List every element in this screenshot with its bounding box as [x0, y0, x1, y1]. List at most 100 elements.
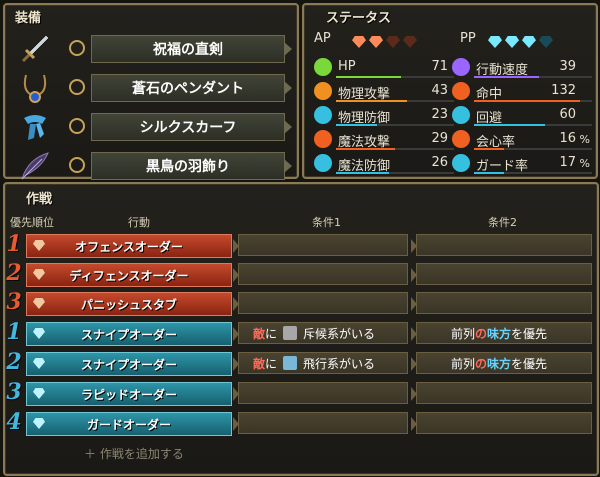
priority-number: 4 — [6, 409, 22, 435]
action-button[interactable]: パニッシュスタブ — [26, 292, 232, 316]
speed-icon — [452, 58, 470, 76]
equipment-name: シルクスカーフ — [91, 113, 292, 141]
tactic-row[interactable]: 2 スナイプオーダー 敵に 飛行系がいる 前列の味方 を優先 — [2, 349, 594, 376]
condition1-slot[interactable] — [233, 412, 408, 434]
accessory-slot-icon — [69, 79, 85, 95]
ap-gems — [352, 33, 420, 52]
priority-number: 2 — [6, 260, 22, 286]
ap-gem-icon — [369, 36, 383, 48]
equipment-name: 黒鳥の羽飾り — [91, 152, 292, 180]
stat-bar-fill — [474, 100, 581, 102]
action-button[interactable]: オフェンスオーダー — [26, 234, 232, 258]
action-button[interactable]: ディフェンスオーダー — [26, 263, 232, 287]
stat-speed: 行動速度 39 — [452, 57, 592, 78]
condition2-slot[interactable] — [411, 412, 592, 434]
stat-phys-atk: 物理攻撃 43 — [314, 81, 454, 102]
pp-label: PP — [460, 31, 476, 46]
wand-icon — [314, 130, 332, 148]
action-button[interactable]: ガードオーダー — [26, 412, 232, 436]
tactics-title: 作戦 — [26, 192, 53, 207]
priority-number: 3 — [6, 379, 22, 405]
add-tactic-button[interactable]: ＋ 作戦を追加する — [84, 445, 184, 462]
ap-gem-empty-icon — [386, 36, 400, 48]
pp-gem-icon — [33, 328, 45, 339]
condition1-slot[interactable] — [233, 382, 408, 404]
condition2-slot[interactable] — [411, 263, 592, 285]
ap-gem-icon — [33, 298, 45, 309]
sword-icon — [17, 31, 53, 67]
priority-number: 1 — [6, 319, 22, 345]
stat-hp: HP 71 — [314, 57, 454, 78]
equipment-title: 装備 — [15, 11, 42, 26]
priority-number: 2 — [6, 349, 22, 375]
ap-gem-icon — [33, 269, 45, 280]
equipment-panel: 装備 祝福の直剣 蒼石のペンダント シルクスカーフ 黒鳥の羽飾り — [3, 3, 299, 180]
status-title: ステータス — [326, 11, 392, 26]
ap-gem-icon — [33, 240, 45, 251]
pp-gem-icon — [505, 36, 519, 48]
priority-number: 3 — [6, 289, 22, 315]
action-button[interactable]: ラピッドオーダー — [26, 382, 232, 406]
condition1-slot[interactable] — [233, 263, 408, 285]
accessory-slot-icon — [69, 157, 85, 173]
condition2-slot[interactable] — [411, 234, 592, 256]
ap-gem-icon — [352, 36, 366, 48]
tactic-row[interactable]: 1 オフェンスオーダー — [2, 231, 594, 258]
header-action: 行動 — [128, 216, 150, 229]
scout-type-icon — [283, 326, 298, 340]
equipment-slot-4[interactable]: 黒鳥の羽飾り — [13, 148, 293, 184]
tactic-row[interactable]: 4 ガードオーダー — [2, 409, 594, 436]
flying-type-icon — [283, 356, 298, 370]
status-panel: ステータス AP PP HP 71 物理攻撃 43 物理防御 23 魔法攻撃 2… — [302, 3, 598, 179]
equipment-slot-2[interactable]: 蒼石のペンダント — [13, 70, 293, 106]
weapon-slot-icon — [69, 40, 85, 56]
tactic-row[interactable]: 3 パニッシュスタブ — [2, 289, 594, 316]
ap-label: AP — [314, 31, 331, 46]
burst-icon — [452, 130, 470, 148]
condition1-slot[interactable] — [233, 292, 408, 314]
stat-bar-fill — [474, 76, 539, 78]
equipment-name: 祝福の直剣 — [91, 35, 292, 63]
pp-gems — [488, 33, 556, 52]
heart-icon — [314, 58, 332, 76]
stat-bar-fill — [336, 148, 395, 150]
tactic-row[interactable]: 1 スナイプオーダー 敵に 斥候系がいる 前列の味方 を優先 — [2, 319, 594, 346]
stat-crit: 会心率 16 % — [452, 129, 592, 150]
pp-gem-icon — [522, 36, 536, 48]
stat-mag-atk: 魔法攻撃 29 — [314, 129, 454, 150]
stat-bar-fill — [336, 76, 401, 78]
pp-gem-icon — [33, 358, 45, 369]
condition2-slot[interactable] — [411, 382, 592, 404]
condition2-slot[interactable]: 前列の味方 を優先 — [411, 352, 592, 374]
pp-gem-icon — [488, 36, 502, 48]
stat-bar-fill — [336, 172, 390, 174]
stat-guard: ガード率 17 % — [452, 153, 592, 174]
pp-gem-icon — [33, 418, 45, 429]
magic-shield-icon — [314, 154, 332, 172]
shield-icon — [452, 154, 470, 172]
condition2-slot[interactable] — [411, 292, 592, 314]
action-button[interactable]: スナイプオーダー — [26, 322, 232, 346]
pendant-icon — [17, 70, 53, 106]
tactic-row[interactable]: 3 ラピッドオーダー — [2, 379, 594, 406]
stat-accuracy: 命中 132 — [452, 81, 592, 102]
condition1-slot[interactable] — [233, 234, 408, 256]
stat-bar-fill — [336, 100, 407, 102]
accessory-slot-icon — [69, 118, 85, 134]
priority-number: 1 — [6, 231, 22, 257]
stat-bar-fill — [336, 124, 378, 126]
equipment-slot-1[interactable]: 祝福の直剣 — [13, 31, 293, 67]
equipment-name: 蒼石のペンダント — [91, 74, 292, 102]
equipment-slot-3[interactable]: シルクスカーフ — [13, 109, 293, 145]
ap-gem-empty-icon — [403, 36, 417, 48]
stat-evasion: 回避 60 — [452, 105, 592, 126]
condition1-slot[interactable]: 敵に 飛行系がいる — [233, 352, 408, 374]
header-cond2: 条件2 — [488, 216, 517, 229]
tactic-row[interactable]: 2 ディフェンスオーダー — [2, 260, 594, 287]
condition1-slot[interactable]: 敵に 斥候系がいる — [233, 322, 408, 344]
header-cond1: 条件1 — [312, 216, 341, 229]
action-button[interactable]: スナイプオーダー — [26, 352, 232, 376]
condition2-slot[interactable]: 前列の味方 を優先 — [411, 322, 592, 344]
stat-bar-fill — [474, 172, 504, 174]
stat-bar-fill — [474, 124, 545, 126]
